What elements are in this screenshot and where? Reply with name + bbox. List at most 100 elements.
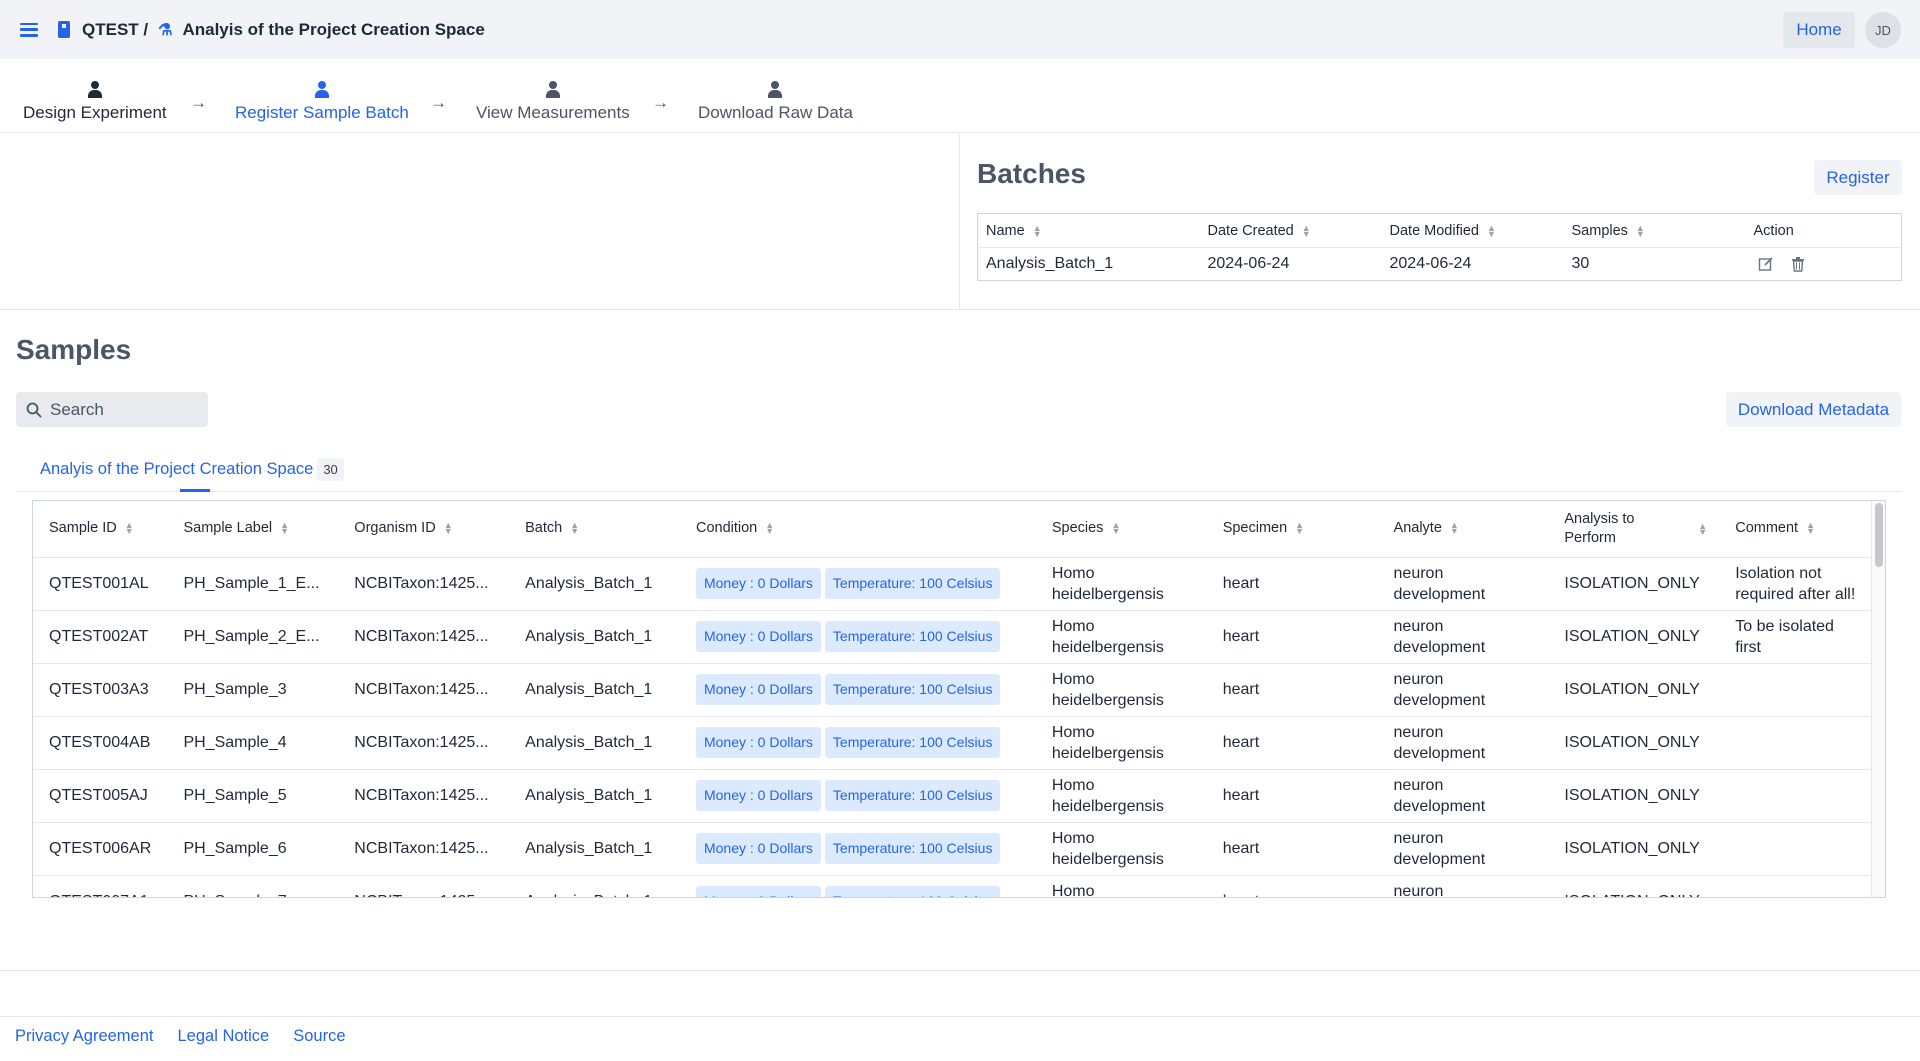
legal-notice-link[interactable]: Legal Notice bbox=[177, 1027, 269, 1046]
cell-sample-label: PH_Sample_6 bbox=[167, 822, 339, 876]
col-analyte[interactable]: Analyte ▲ ▼ bbox=[1377, 501, 1549, 558]
breadcrumb: QTEST / ⚗ Analyis of the Project Creatio… bbox=[58, 20, 485, 40]
cell-condition: Money : 0 DollarsTemperature: 100 Celsiu… bbox=[679, 822, 1036, 876]
condition-chip: Temperature: 100 Celsius bbox=[824, 833, 1001, 864]
search-input[interactable] bbox=[50, 399, 190, 420]
step-register-sample-batch[interactable]: Register Sample Batch bbox=[235, 59, 409, 133]
col-comment[interactable]: Comment ▲ ▼ bbox=[1719, 501, 1871, 558]
cell-comment: To be isolated first bbox=[1719, 610, 1871, 664]
cell-specimen: heart bbox=[1206, 822, 1378, 876]
step-label: View Measurements bbox=[476, 103, 630, 122]
stepper: Design Experiment Register Sample Batch … bbox=[0, 59, 1920, 133]
cell-condition: Money : 0 DollarsTemperature: 100 Celsiu… bbox=[679, 716, 1036, 770]
col-date-created[interactable]: Date Created ▲ ▼ bbox=[1199, 213, 1382, 248]
scrollbar-track[interactable] bbox=[1871, 501, 1885, 897]
cell-batch: Analysis_Batch_1 bbox=[509, 663, 680, 717]
col-specimen[interactable]: Specimen ▲ ▼ bbox=[1206, 501, 1378, 558]
privacy-agreement-link[interactable]: Privacy Agreement bbox=[15, 1027, 153, 1046]
col-sample-label[interactable]: Sample Label ▲ ▼ bbox=[167, 501, 339, 558]
tab-experiment[interactable]: Analyis of the Project Creation Space 30 bbox=[40, 458, 344, 481]
source-link[interactable]: Source bbox=[293, 1027, 345, 1046]
table-row[interactable]: QTEST004AB PH_Sample_4 NCBITaxon:1425... An… bbox=[33, 716, 1871, 770]
step-download-raw-data[interactable]: Download Raw Data bbox=[698, 59, 853, 133]
cell-organism-id: NCBITaxon:1425... bbox=[338, 822, 510, 876]
col-name[interactable]: Name ▲ ▼ bbox=[977, 213, 1200, 248]
edit-icon[interactable] bbox=[1758, 256, 1774, 272]
cell-analysis-to-perform: ISOLATION_ONLY bbox=[1548, 557, 1720, 611]
cell-sample-id: QTEST006AR bbox=[33, 822, 168, 876]
col-condition[interactable]: Condition ▲ ▼ bbox=[679, 501, 1036, 558]
col-analysis-to-perform[interactable]: Analysis to Perform ▲ ▼ bbox=[1548, 501, 1720, 558]
table-row[interactable]: QTEST001AL PH_Sample_1_E... NCBITaxon:1425… bbox=[33, 557, 1871, 611]
table-row[interactable]: QTEST002AT PH_Sample_2_E... NCBITaxon:1425… bbox=[33, 610, 1871, 664]
condition-chip: Money : 0 Dollars bbox=[695, 833, 821, 864]
table-row[interactable]: QTEST005AJ PH_Sample_5 NCBITaxon:1425... An… bbox=[33, 769, 1871, 823]
col-batch[interactable]: Batch ▲ ▼ bbox=[509, 501, 680, 558]
condition-chip: Money : 0 Dollars bbox=[695, 674, 821, 705]
scrollbar-thumb[interactable] bbox=[1875, 503, 1883, 567]
arrow-right-icon: → bbox=[652, 93, 669, 112]
cell-sample-label: PH_Sample_3 bbox=[167, 663, 339, 717]
sort-icon: ▲ ▼ bbox=[765, 520, 775, 537]
cell-sample-id: QTEST004AB bbox=[33, 716, 168, 770]
cell-comment bbox=[1719, 716, 1871, 770]
cell-sample-id: QTEST002AT bbox=[33, 610, 168, 664]
tab-divider bbox=[16, 491, 1902, 492]
sort-icon: ▲ ▼ bbox=[1301, 222, 1311, 239]
cell-batch: Analysis_Batch_1 bbox=[509, 610, 680, 664]
cell-analyte: neuron development bbox=[1377, 716, 1549, 770]
cell-comment bbox=[1719, 875, 1871, 897]
search-icon bbox=[26, 402, 42, 418]
register-button[interactable]: Register bbox=[1814, 160, 1902, 195]
cell-specimen: heart bbox=[1206, 557, 1378, 611]
cell-analysis-to-perform: ISOLATION_ONLY bbox=[1548, 769, 1720, 823]
table-row[interactable]: QTEST006AR PH_Sample_6 NCBITaxon:1425... An… bbox=[33, 822, 1871, 876]
sort-icon: ▲ ▼ bbox=[124, 520, 134, 537]
breadcrumb-experiment: Analyis of the Project Creation Space bbox=[182, 19, 485, 39]
cell-analyte: neuron development bbox=[1377, 875, 1549, 897]
col-date-modified[interactable]: Date Modified ▲ ▼ bbox=[1381, 213, 1564, 248]
cell-organism-id: NCBITaxon:1425... bbox=[338, 610, 510, 664]
step-view-measurements[interactable]: View Measurements bbox=[476, 59, 630, 133]
step-design-experiment[interactable]: Design Experiment bbox=[23, 59, 167, 133]
cell-sample-id: QTEST001AL bbox=[33, 557, 168, 611]
breadcrumb-project[interactable]: QTEST / bbox=[82, 20, 148, 40]
condition-chip: Money : 0 Dollars bbox=[695, 727, 821, 758]
col-species[interactable]: Species ▲ ▼ bbox=[1035, 501, 1207, 558]
sort-icon: ▲ ▼ bbox=[570, 520, 580, 537]
avatar[interactable]: JD bbox=[1865, 12, 1901, 48]
table-row: Analysis_Batch_1 2024-06-24 2024-06-24 3… bbox=[978, 248, 1902, 281]
sort-icon: ▲ ▼ bbox=[1295, 520, 1305, 537]
cell-species: Homo heidelbergensis bbox=[1035, 610, 1207, 664]
col-organism-id[interactable]: Organism ID ▲ ▼ bbox=[338, 501, 510, 558]
cell-batch: Analysis_Batch_1 bbox=[509, 822, 680, 876]
batch-actions bbox=[1746, 248, 1902, 281]
cell-batch: Analysis_Batch_1 bbox=[509, 769, 680, 823]
trash-icon[interactable] bbox=[1790, 256, 1806, 272]
active-tab-indicator bbox=[180, 489, 210, 492]
cell-species: Homo heidelbergensis bbox=[1035, 716, 1207, 770]
sort-icon: ▲ ▼ bbox=[1698, 520, 1708, 537]
cell-specimen: heart bbox=[1206, 875, 1378, 897]
table-row[interactable]: QTEST007A1PH_Sample_7NCBITaxon:1425...An… bbox=[33, 875, 1871, 897]
person-icon bbox=[87, 81, 102, 98]
cell-analyte: neuron development bbox=[1377, 610, 1549, 664]
person-icon bbox=[545, 81, 560, 98]
cell-sample-id: QTEST003A3 bbox=[33, 663, 168, 717]
home-button[interactable]: Home bbox=[1783, 12, 1855, 48]
person-icon bbox=[768, 81, 783, 98]
cell-batch: Analysis_Batch_1 bbox=[509, 557, 680, 611]
condition-chip: Money : 0 Dollars bbox=[695, 621, 821, 652]
menu-icon[interactable] bbox=[20, 22, 38, 37]
col-sample-id[interactable]: Sample ID ▲ ▼ bbox=[33, 501, 168, 558]
person-icon bbox=[314, 81, 329, 98]
sort-icon: ▲ ▼ bbox=[1449, 520, 1459, 537]
tab-label: Analyis of the Project Creation Space bbox=[40, 460, 314, 478]
cell-comment bbox=[1719, 822, 1871, 876]
col-samples[interactable]: Samples ▲ ▼ bbox=[1563, 213, 1746, 248]
left-panel bbox=[0, 134, 959, 310]
download-metadata-button[interactable]: Download Metadata bbox=[1726, 392, 1901, 427]
cell-species: Homo heidelbergensis bbox=[1035, 663, 1207, 717]
table-row[interactable]: QTEST003A3 PH_Sample_3 NCBITaxon:1425... An… bbox=[33, 663, 1871, 717]
cell-analyte: neuron development bbox=[1377, 663, 1549, 717]
